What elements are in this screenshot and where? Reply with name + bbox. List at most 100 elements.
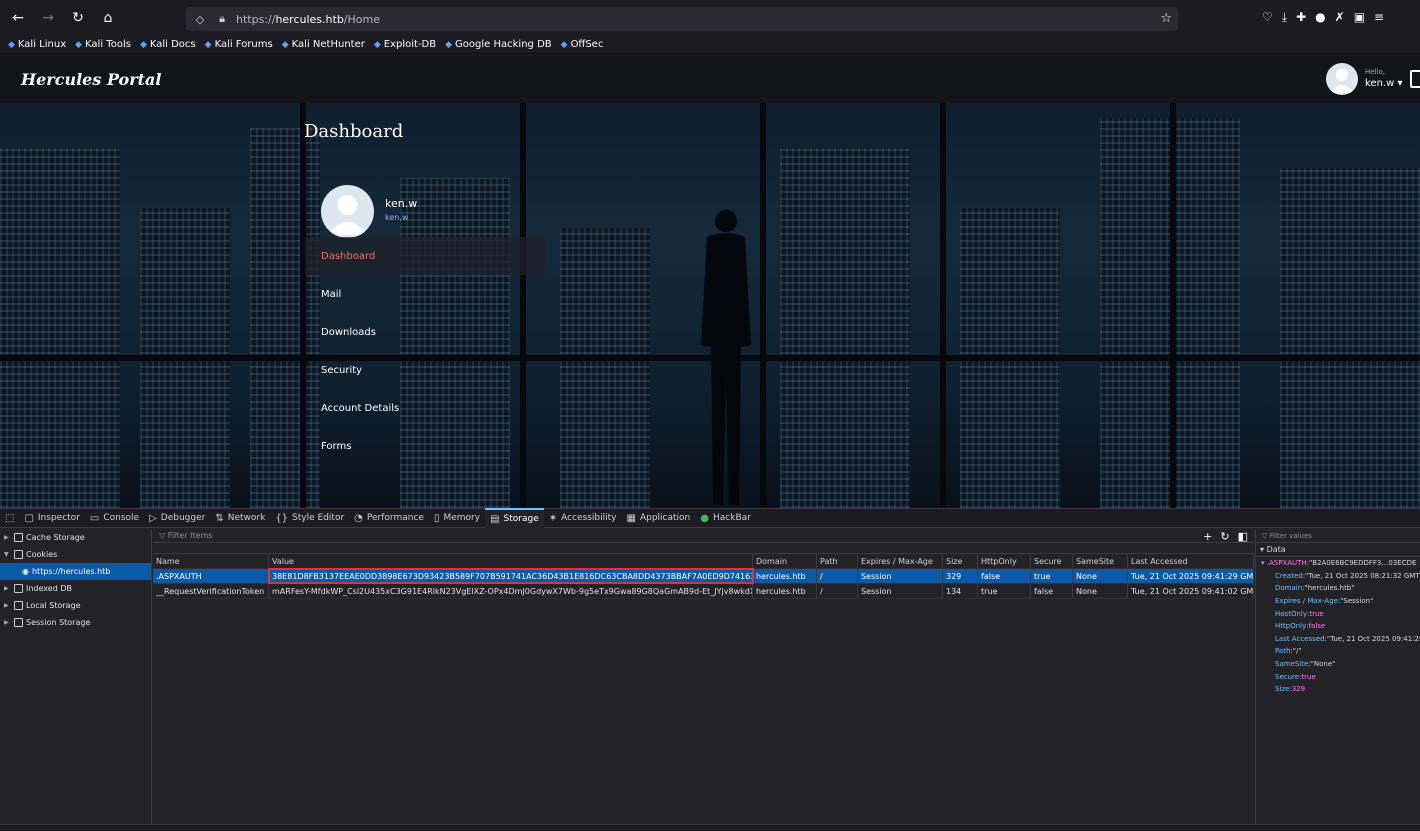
- data-entry[interactable]: HttpOnly:false: [1256, 620, 1420, 633]
- column-header[interactable]: Last Accessed: [1128, 554, 1254, 568]
- tree-indexed-db[interactable]: ▶ Indexed DB: [0, 580, 151, 597]
- tab-debugger[interactable]: ▷ Debugger: [144, 508, 210, 528]
- extension-x-icon[interactable]: ✗: [1335, 10, 1345, 25]
- column-header[interactable]: HttpOnly: [978, 554, 1031, 568]
- memory-icon: ▯: [433, 512, 440, 524]
- cell-secure: false: [1031, 584, 1073, 598]
- filter-values-input[interactable]: ▽ Filter values: [1256, 529, 1420, 543]
- menu-item-forms[interactable]: Forms: [305, 427, 545, 465]
- tab-label: Console: [103, 513, 140, 523]
- data-key: HostOnly: [1275, 609, 1307, 618]
- back-icon[interactable]: ←: [6, 6, 30, 30]
- tree-cookie-origin[interactable]: ◉ https://hercules.htb: [0, 563, 151, 580]
- menu-item-security[interactable]: Security: [305, 351, 545, 389]
- data-entry[interactable]: Path:"/": [1256, 645, 1420, 658]
- user-avatar[interactable]: [1326, 63, 1358, 95]
- column-header[interactable]: Size: [943, 554, 978, 568]
- data-entry[interactable]: Secure:true: [1256, 670, 1420, 683]
- column-header[interactable]: Expires / Max-Age: [858, 554, 943, 568]
- cell-value[interactable]: 38E81D8FB3137EEAE0DD3898E673D93423B589F7…: [268, 568, 754, 584]
- column-header[interactable]: Value: [269, 554, 753, 568]
- table-row[interactable]: .ASPXAUTH 38E81D8FB3137EEAE0DD3898E673D93…: [153, 568, 1254, 584]
- filter-items-input[interactable]: ▽ Filter Items: [153, 529, 1254, 543]
- bookmark-item[interactable]: ◆ Kali Tools: [75, 39, 131, 50]
- mail-icon[interactable]: [1410, 70, 1420, 88]
- bookmark-item[interactable]: ◆ Exploit-DB: [374, 39, 436, 50]
- side-menu: Dashboard Mail Downloads Security Account De…: [305, 237, 545, 465]
- bookmark-item[interactable]: ◆ OffSec: [561, 39, 604, 50]
- data-value: :false: [1306, 622, 1326, 631]
- tab-network[interactable]: ⇅ Network: [210, 508, 270, 528]
- data-entry[interactable]: SameSite:"None": [1256, 658, 1420, 671]
- cell-expires: Session: [858, 584, 943, 598]
- tree-cookies[interactable]: ▼ Cookies: [0, 546, 151, 563]
- tab-accessibility[interactable]: ✶ Accessibility: [544, 508, 622, 528]
- reload-icon[interactable]: ↻: [66, 6, 90, 30]
- bookmark-item[interactable]: ◆ Kali Forums: [205, 39, 273, 50]
- data-value: :"Session": [1337, 597, 1374, 606]
- data-entry[interactable]: Last Accessed:"Tue, 21 Oct 2025 09:41:29…: [1256, 633, 1420, 646]
- extension-badge-icon[interactable]: ▣: [1354, 10, 1365, 25]
- tab-style-editor[interactable]: {} Style Editor: [270, 508, 349, 528]
- tree-local-storage[interactable]: ▶ Local Storage: [0, 597, 151, 614]
- data-key: Expires / Max-Age: [1275, 597, 1338, 606]
- tree-session-storage[interactable]: ▶ Session Storage: [0, 614, 151, 631]
- url-bar[interactable]: ◇ 🔒︎ https://hercules.htb/Home ☆: [186, 7, 1178, 31]
- tab-performance[interactable]: ◔ Performance: [349, 508, 429, 528]
- table-actions: + ↻ ◧: [1203, 530, 1248, 543]
- bookmark-star-icon[interactable]: ☆: [1160, 11, 1172, 26]
- column-header[interactable]: Secure: [1031, 554, 1073, 568]
- home-icon[interactable]: ⌂: [96, 6, 120, 30]
- tab-console[interactable]: ▭ Console: [85, 508, 144, 528]
- storage-icon: [14, 533, 23, 542]
- toggle-sidebar-icon[interactable]: ◧: [1238, 530, 1248, 543]
- user-menu[interactable]: ken.w ▾: [1365, 78, 1402, 89]
- cell-last: Tue, 21 Oct 2025 09:41:29 GMT: [1128, 569, 1254, 583]
- data-root[interactable]: ▾ .ASPXAUTH:"B2A0E6BC9EDDFF3…03ECDE: [1256, 557, 1420, 570]
- profile-link[interactable]: ken.w: [385, 213, 408, 222]
- refresh-icon[interactable]: ↻: [1220, 530, 1229, 543]
- cell-secure: true: [1031, 569, 1073, 583]
- extensions-icon[interactable]: ✚: [1296, 10, 1306, 25]
- tree-cache-storage[interactable]: ▶ Cache Storage: [0, 529, 151, 546]
- bookmark-item[interactable]: ◆ Kali NetHunter: [282, 39, 365, 50]
- tab-label: HackBar: [713, 513, 751, 523]
- forward-icon[interactable]: →: [36, 6, 60, 30]
- tab-storage[interactable]: ▤ Storage: [485, 508, 544, 528]
- table-row[interactable]: __RequestVerificationToken mARFesY-MfdkWP…: [153, 584, 1254, 599]
- data-entry[interactable]: Size:329: [1256, 683, 1420, 696]
- cell-path: /: [817, 569, 858, 583]
- menu-icon[interactable]: ≡: [1374, 10, 1384, 25]
- bookmark-label: Kali Forums: [214, 39, 273, 50]
- data-entry[interactable]: Created:"Tue, 21 Oct 2025 08:21:32 GMT": [1256, 570, 1420, 583]
- tab-memory[interactable]: ▯ Memory: [429, 508, 485, 528]
- downloads-icon[interactable]: ⤓: [1282, 10, 1287, 25]
- column-header[interactable]: SameSite: [1073, 554, 1128, 568]
- data-entry[interactable]: HostOnly:true: [1256, 607, 1420, 620]
- data-entry[interactable]: Domain:"hercules.htb": [1256, 582, 1420, 595]
- menu-item-account-details[interactable]: Account Details: [305, 389, 545, 427]
- tab-application[interactable]: ▦ Application: [622, 508, 696, 528]
- bookmark-item[interactable]: ◆ Google Hacking DB: [445, 39, 552, 50]
- site-brand[interactable]: Hercules Portal: [21, 70, 161, 89]
- bookmark-item[interactable]: ◆ Kali Linux: [8, 39, 66, 50]
- extension-fox-icon[interactable]: ●: [1315, 10, 1325, 25]
- data-root-value: :"B2A0E6BC9EDDFF3…03ECDE: [1306, 559, 1417, 568]
- column-header[interactable]: Name: [153, 554, 269, 568]
- data-header[interactable]: ▾ Data: [1256, 543, 1420, 557]
- bookmark-label: Exploit-DB: [383, 39, 437, 50]
- column-header[interactable]: Domain: [753, 554, 817, 568]
- menu-item-downloads[interactable]: Downloads: [305, 313, 545, 351]
- pocket-icon[interactable]: ♡: [1262, 10, 1273, 25]
- add-cookie-icon[interactable]: +: [1203, 530, 1212, 543]
- column-header[interactable]: Path: [817, 554, 858, 568]
- menu-item-mail[interactable]: Mail: [305, 275, 545, 313]
- data-entry[interactable]: Expires / Max-Age:"Session": [1256, 595, 1420, 608]
- bookmark-item[interactable]: ◆ Kali Docs: [140, 39, 196, 50]
- tab-hackbar[interactable]: ● HackBar: [695, 508, 756, 528]
- cell-value[interactable]: mARFesY-MfdkWP_Csl2U435xC3G91E4RlkN23VgE…: [269, 584, 753, 598]
- menu-item-dashboard[interactable]: Dashboard: [305, 237, 545, 275]
- tab-inspector[interactable]: ▢ Inspector: [19, 508, 84, 528]
- element-picker-icon[interactable]: ⬚: [0, 508, 19, 528]
- bookmark-icon: ◆: [373, 39, 381, 50]
